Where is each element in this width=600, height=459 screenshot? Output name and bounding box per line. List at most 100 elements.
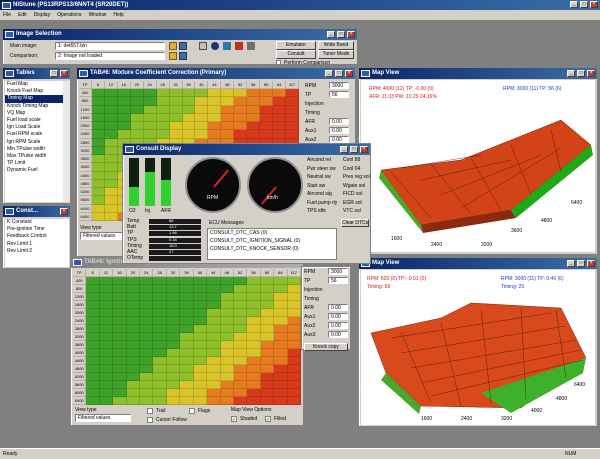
grid-cell[interactable] (182, 89, 196, 98)
grid-cell[interactable] (113, 293, 127, 301)
grid-cell[interactable] (117, 97, 131, 106)
grid-cell[interactable] (207, 357, 221, 365)
grid-cell[interactable] (273, 105, 287, 114)
grid-cell[interactable] (220, 309, 234, 317)
grid-cell[interactable] (207, 301, 221, 309)
grid-cell[interactable] (221, 130, 235, 139)
table-list-item[interactable]: Ign Load Scale (5, 124, 63, 131)
table-list-item[interactable]: VQ Map (5, 110, 63, 117)
grid-cell[interactable] (287, 301, 301, 309)
grid-cell[interactable] (233, 397, 248, 405)
grid-cell[interactable] (140, 373, 154, 381)
grid-cell[interactable] (169, 89, 183, 98)
grid-cell[interactable] (143, 113, 157, 123)
grid-cell[interactable] (220, 301, 234, 309)
grid-cell[interactable] (117, 130, 131, 139)
grid-cell[interactable] (260, 301, 275, 309)
grid-cell[interactable] (180, 357, 194, 365)
grid-cell[interactable] (274, 301, 288, 309)
grid-cell[interactable] (156, 113, 170, 123)
grid-cell[interactable] (126, 341, 141, 349)
grid-cell[interactable] (180, 341, 194, 349)
grid-cell[interactable] (208, 89, 222, 98)
grid-cell[interactable] (207, 293, 221, 301)
grid-cell[interactable] (91, 105, 105, 114)
grid-cell[interactable] (274, 277, 288, 285)
grid-cell[interactable] (221, 122, 235, 131)
menu-item-edit[interactable]: Edit (18, 10, 27, 20)
grid-cell[interactable] (233, 317, 248, 325)
grid-cell[interactable] (126, 317, 141, 325)
grid-cell[interactable] (193, 277, 208, 285)
grid-cell[interactable] (91, 138, 105, 147)
grid-cell[interactable] (287, 309, 301, 317)
table-list-item[interactable]: Fuel Map (5, 81, 63, 88)
grid-cell[interactable] (220, 277, 234, 285)
min-icon[interactable]: _ (567, 70, 575, 77)
grid-cell[interactable] (99, 381, 114, 389)
grid-cell[interactable] (208, 97, 222, 106)
grid-cell[interactable] (140, 357, 154, 365)
grid-cell[interactable] (153, 381, 167, 389)
grid-cell[interactable] (260, 365, 275, 373)
grid-cell[interactable] (274, 349, 288, 357)
max-icon[interactable]: □ (337, 31, 345, 38)
grid-cell[interactable] (126, 381, 141, 389)
grid-cell[interactable] (207, 309, 221, 317)
grid-cell[interactable] (91, 204, 105, 213)
grid-cell[interactable] (220, 325, 234, 333)
grid-cell[interactable] (193, 397, 208, 405)
close-icon[interactable]: × (587, 260, 595, 267)
grid-cell[interactable] (273, 113, 287, 123)
grid-cell[interactable] (180, 349, 194, 357)
grid-cell[interactable] (207, 333, 221, 341)
table-list-item[interactable]: Timing Map (5, 95, 63, 103)
grid-cell[interactable] (287, 317, 301, 325)
grid-cell[interactable] (143, 130, 157, 139)
grid-cell[interactable] (113, 381, 127, 389)
grid-cell[interactable] (274, 333, 288, 341)
grid-cell[interactable] (193, 349, 208, 357)
max-icon[interactable]: □ (350, 146, 358, 153)
grid-cell[interactable] (260, 317, 275, 325)
grid-cell[interactable] (143, 105, 157, 114)
grid-cell[interactable] (260, 325, 275, 333)
grid-cell[interactable] (126, 285, 141, 293)
constant-list-item[interactable]: Rev Limit 2 (5, 248, 69, 255)
grid-cell[interactable] (220, 365, 234, 373)
grid-cell[interactable] (207, 285, 221, 293)
close-icon[interactable]: × (347, 31, 355, 38)
grid-cell[interactable] (153, 285, 167, 293)
grid-cell[interactable] (207, 397, 221, 405)
table-list-item[interactable]: Dynamic Fuel (5, 167, 63, 174)
grid-cell[interactable] (286, 89, 299, 98)
grid-cell[interactable] (156, 105, 170, 114)
grid-cell[interactable] (169, 97, 183, 106)
grid-cell[interactable] (260, 357, 275, 365)
grid-cell[interactable] (233, 357, 248, 365)
grid-cell[interactable] (166, 317, 181, 325)
table-list-item[interactable]: Min TPulse width (5, 146, 63, 153)
grid-cell[interactable] (260, 389, 275, 397)
constants-list[interactable]: K Constant Pre-ignition Time Feedback Cont… (5, 219, 69, 267)
grid-cell[interactable] (126, 389, 141, 397)
grid-cell[interactable] (113, 349, 127, 357)
grid-cell[interactable] (274, 341, 288, 349)
knock-copy-button[interactable]: Knock copy (304, 343, 348, 351)
shaded-checkbox[interactable]: ✓ (231, 416, 237, 423)
grid-cell[interactable] (220, 397, 234, 405)
consult-button[interactable]: Consult (276, 50, 316, 59)
grid-cell[interactable] (287, 381, 301, 389)
grid-cell[interactable] (247, 373, 261, 381)
grid-cell[interactable] (182, 105, 196, 114)
grid-cell[interactable] (153, 293, 167, 301)
perform-comparison-checkbox[interactable] (276, 60, 281, 65)
grid-cell[interactable] (166, 277, 181, 285)
grid-cell[interactable] (234, 97, 248, 106)
grid-cell[interactable] (91, 212, 105, 221)
grid-cell[interactable] (86, 309, 100, 317)
grid-cell[interactable] (195, 122, 209, 131)
grid-cell[interactable] (166, 381, 181, 389)
grid-cell[interactable] (233, 277, 248, 285)
maximize-button[interactable]: □ (580, 1, 588, 8)
